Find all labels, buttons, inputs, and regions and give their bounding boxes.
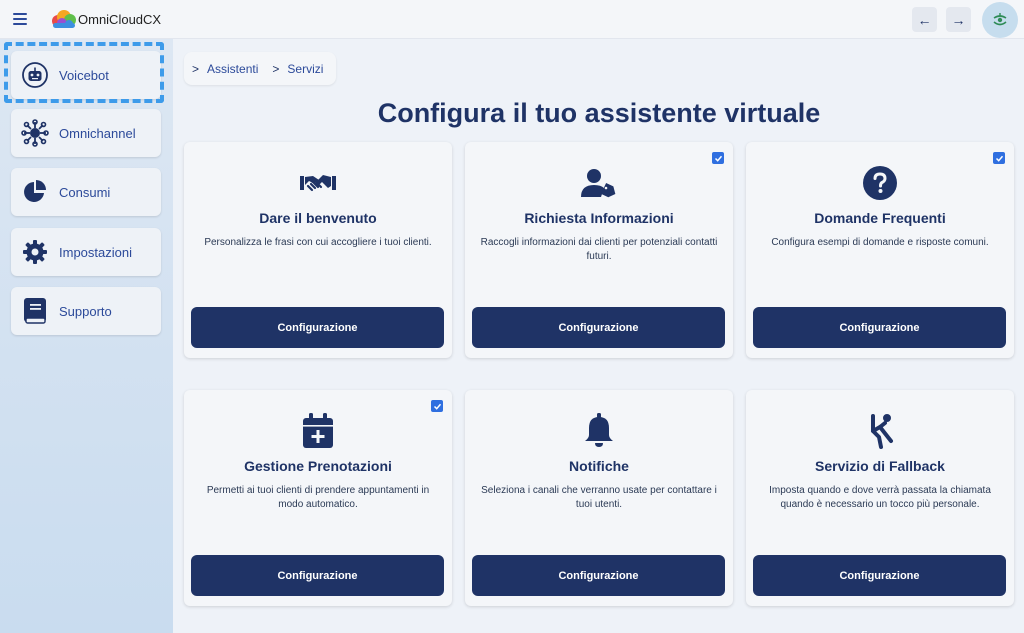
sidebar-item-supporto[interactable]: Supporto [11, 287, 161, 335]
chevron-right-icon: > [192, 61, 200, 76]
configure-button[interactable]: Configurazione [753, 307, 1006, 348]
robot-icon [11, 51, 59, 99]
sidebar-item-label: Impostazioni [59, 244, 132, 260]
breadcrumb-servizi[interactable]: Servizi [287, 62, 323, 76]
network-icon [11, 109, 59, 157]
service-card-gestione-prenotazioni: Gestione Prenotazioni Permetti ai tuoi c… [184, 390, 452, 606]
page-title: Configura il tuo assistente virtuale [377, 98, 821, 128]
card-title: Dare il benvenuto [259, 210, 377, 226]
book-icon [11, 287, 59, 335]
brand-name: OmniCloudCX [78, 12, 162, 27]
service-card-richiesta-informazioni: Richiesta Informazioni Raccogli informaz… [465, 142, 733, 358]
card-title: Domande Frequenti [814, 210, 946, 226]
user-avatar[interactable] [982, 2, 1018, 38]
sidebar-item-label: Omnichannel [59, 125, 136, 141]
sidebar-item-consumi[interactable]: Consumi [11, 168, 161, 216]
card-title: Richiesta Informazioni [524, 210, 674, 226]
cloud-logo-icon [52, 10, 76, 28]
configure-button[interactable]: Configurazione [191, 555, 444, 596]
card-description: Configura esempi di domande e risposte c… [771, 237, 989, 248]
bell-icon [465, 412, 733, 450]
check-icon [995, 155, 1003, 162]
enabled-checkbox[interactable] [431, 400, 443, 412]
card-description: Permetti ai tuoi clienti di prendere app… [206, 485, 430, 510]
enabled-checkbox[interactable] [712, 152, 724, 164]
back-button[interactable]: ← [912, 7, 937, 32]
configure-button[interactable]: Configurazione [472, 307, 725, 348]
chevron-right-icon: > [272, 61, 280, 76]
breadcrumb-assistenti[interactable]: Assistenti [207, 62, 258, 76]
avatar-logo-icon [993, 13, 1007, 26]
card-description: Imposta quando e dove verrà passata la c… [769, 485, 991, 510]
card-title: Notifiche [569, 458, 629, 474]
service-card-domande-frequenti: Domande Frequenti Configura esempi di do… [746, 142, 1014, 358]
person-falling-icon [746, 412, 1014, 450]
service-card-notifiche: Notifiche Seleziona i canali che verrann… [465, 390, 733, 606]
service-card-servizio-fallback: Servizio di Fallback Imposta quando e do… [746, 390, 1014, 606]
configure-button[interactable]: Configurazione [472, 555, 725, 596]
card-description: Personalizza le frasi con cui accogliere… [204, 237, 432, 248]
pie-chart-icon [11, 168, 59, 216]
calendar-plus-icon [184, 412, 452, 450]
gear-icon [11, 228, 59, 276]
sidebar-item-label: Consumi [59, 184, 111, 200]
sidebar-item-impostazioni[interactable]: Impostazioni [11, 228, 161, 276]
configure-button[interactable]: Configurazione [753, 555, 1006, 596]
card-description: Raccogli informazioni dai clienti per po… [480, 237, 718, 262]
service-card-benvenuto: Dare il benvenuto Personalizza le frasi … [184, 142, 452, 358]
forward-button[interactable]: → [946, 7, 971, 32]
sidebar-item-omnichannel[interactable]: Omnichannel [11, 109, 161, 157]
card-description: Seleziona i canali che verranno usate pe… [481, 485, 717, 510]
check-icon [714, 155, 722, 162]
sidebar-item-voicebot[interactable]: Voicebot [11, 51, 161, 99]
hamburger-menu-icon[interactable] [12, 11, 28, 27]
user-tag-icon [465, 164, 733, 202]
breadcrumb: > Assistenti > Servizi [184, 52, 336, 85]
sidebar-item-label: Supporto [59, 303, 112, 319]
handshake-icon [184, 164, 452, 202]
card-title: Gestione Prenotazioni [244, 458, 392, 474]
top-bar: OmniCloudCX ← → [0, 0, 1024, 39]
question-circle-icon [746, 164, 1014, 202]
sidebar-item-label: Voicebot [59, 67, 109, 83]
card-title: Servizio di Fallback [815, 458, 945, 474]
check-icon [433, 403, 441, 410]
enabled-checkbox[interactable] [993, 152, 1005, 164]
configure-button[interactable]: Configurazione [191, 307, 444, 348]
